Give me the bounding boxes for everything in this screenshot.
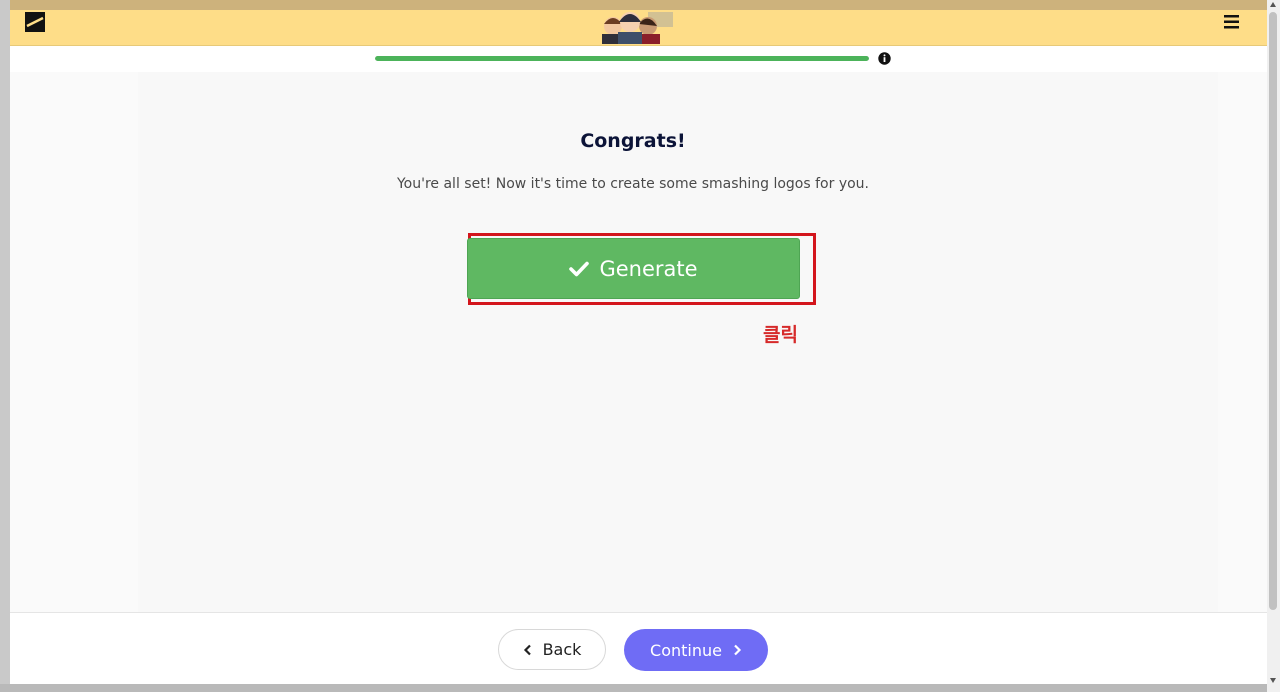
page-subtitle: You're all set! Now it's time to create … (396, 176, 869, 192)
chevron-left-icon (523, 644, 531, 655)
scrollbar-thumb[interactable] (1269, 12, 1277, 610)
bottom-strip (0, 684, 1267, 692)
vertical-scrollbar[interactable] (1267, 0, 1280, 692)
continue-button-label: Continue (650, 640, 722, 660)
progress-bar (375, 56, 869, 61)
progress-fill (375, 56, 869, 61)
generate-button-label: Generate (599, 256, 698, 281)
back-button[interactable]: Back (498, 629, 606, 670)
scroll-up-arrow-icon[interactable] (1270, 2, 1276, 7)
team-avatars-image (602, 12, 673, 44)
generate-button[interactable]: Generate (467, 238, 800, 299)
info-icon[interactable] (878, 52, 891, 65)
hamburger-menu-icon[interactable] (1223, 13, 1241, 31)
content-panel: Congrats! You're all set! Now it's time … (138, 72, 1218, 612)
chevron-right-icon (734, 644, 742, 656)
page-title: Congrats! (580, 130, 686, 152)
header (10, 10, 1267, 46)
brand-logo-icon[interactable] (25, 12, 45, 32)
back-button-label: Back (542, 640, 582, 659)
check-icon (569, 261, 590, 276)
page: Congrats! You're all set! Now it's time … (10, 0, 1267, 684)
progress-row (10, 46, 1267, 72)
footer: Back Continue (10, 612, 1267, 684)
click-annotation: 클릭 (763, 324, 798, 346)
continue-button[interactable]: Continue (624, 629, 768, 671)
scroll-down-arrow-icon[interactable] (1270, 678, 1276, 683)
